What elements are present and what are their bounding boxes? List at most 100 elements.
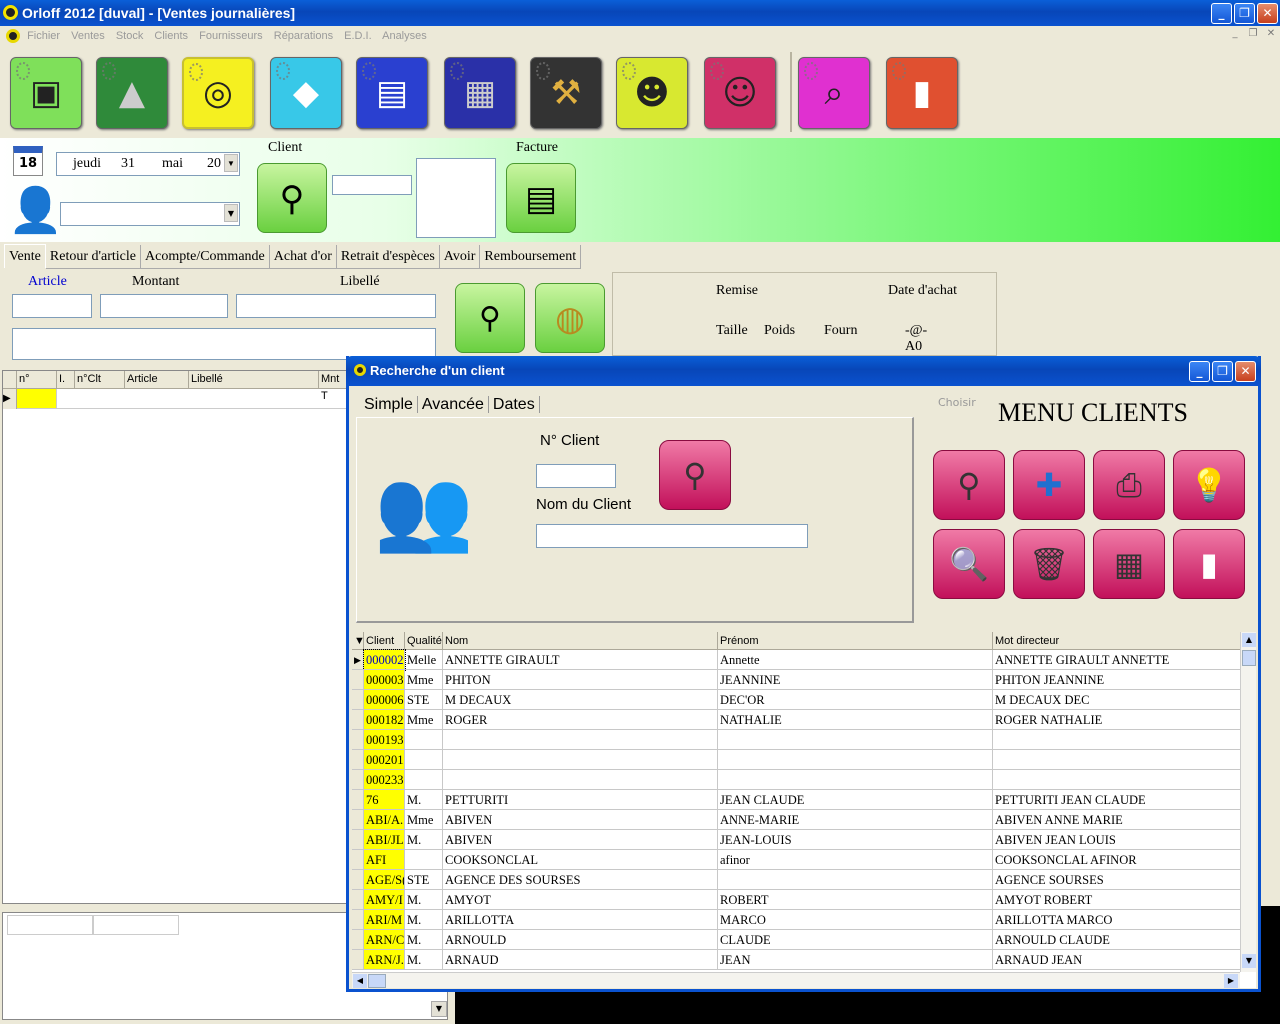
table-row[interactable]: 76 M. PETTURITI JEAN CLAUDE PETTURITI JEAN C… [352,790,1243,810]
chevron-down-icon[interactable]: ▼ [224,204,238,222]
cell-prenom[interactable]: DEC'OR [718,690,993,710]
chevron-down-icon[interactable]: ▼ [224,154,238,172]
col-header-client[interactable]: Client [364,632,405,650]
cell-client[interactable]: 000233 [364,770,405,790]
cell-client[interactable]: 000193 [364,730,405,750]
tab-avancee[interactable]: Avancée [417,396,489,413]
analysis-icon[interactable]: ⌕ [798,57,870,129]
table-row[interactable]: 000006 STE M DECAUX DEC'OR M DECAUX DEC [352,690,1243,710]
tab-remboursement[interactable]: Remboursement [480,245,582,269]
cell-client[interactable]: 000182 [364,710,405,730]
cell-prenom[interactable] [718,730,993,750]
article-search-button[interactable]: ⚲ [455,283,525,353]
cell-mot-directeur[interactable]: COOKSONCLAL AFINOR [993,850,1243,870]
cell-nom[interactable]: ANNETTE GIRAULT [443,650,718,670]
col-header-n[interactable]: n° [17,371,57,389]
cell-qualite[interactable] [405,770,443,790]
sale-lines-grid[interactable]: n° I. n°Clt Article Libellé Mnt T ▶ [2,370,349,904]
table-row[interactable]: 000182 Mme ROGER NATHALIE ROGER NATHALIE [352,710,1243,730]
add-cross-icon[interactable]: ✚ [1013,450,1085,520]
table-row[interactable]: ARN/C M. ARNOULD CLAUDE ARNOULD CLAUDE [352,930,1243,950]
cell-prenom[interactable]: NATHALIE [718,710,993,730]
client-search-button[interactable]: ⚲ [257,163,327,233]
tab-avoir[interactable]: Avoir [439,245,481,269]
col-header-nclt[interactable]: n°Clt [75,371,125,389]
cell-client[interactable]: ABI/A. [364,810,405,830]
cell-mot-directeur[interactable]: ABIVEN ANNE MARIE [993,810,1243,830]
cell-client[interactable]: 000201 [364,750,405,770]
cell-qualite[interactable]: Melle [405,650,443,670]
tab-achat-or[interactable]: Achat d'or [269,245,337,269]
col-header-libelle[interactable]: Libellé [189,371,319,389]
cell-mot-directeur[interactable]: PHITON JEANNINE [993,670,1243,690]
cell-mot-directeur[interactable]: M DECAUX DEC [993,690,1243,710]
tab-simple[interactable]: Simple [360,396,418,413]
cell-mot-directeur[interactable] [993,730,1243,750]
cell-prenom[interactable] [718,770,993,790]
menu-edi[interactable]: E.D.I. [344,30,372,42]
mdi-close-button[interactable]: ✕ [1264,28,1278,42]
table-row[interactable]: ARI/M M. ARILLOTTA MARCO ARILLOTTA MARCO [352,910,1243,930]
date-picker[interactable]: jeudi 31 mai 20 ▼ [56,152,240,176]
tent-icon[interactable]: ▲ [96,57,168,129]
chevron-down-icon[interactable]: ▼ [431,1001,447,1017]
cell-client[interactable]: 76 [364,790,405,810]
cell-qualite[interactable]: Mme [405,670,443,690]
cell-mot-directeur[interactable]: AMYOT ROBERT [993,890,1243,910]
cell-mot-directeur[interactable]: ABIVEN JEAN LOUIS [993,830,1243,850]
group-icon[interactable]: ☺ [704,57,776,129]
cell-mot-directeur[interactable]: ARNOULD CLAUDE [993,930,1243,950]
tab-vente[interactable]: Vente [4,244,46,268]
grid-row[interactable] [57,389,347,409]
dialog-close-button[interactable]: ✕ [1235,361,1256,382]
salesperson-select[interactable]: ▼ [60,202,240,226]
row-selector[interactable] [352,930,364,950]
row-pointer-icon[interactable]: ▶ [352,650,364,670]
magnifier-icon[interactable]: 🔍 [933,529,1005,599]
row-selector[interactable] [352,770,364,790]
row-selector[interactable] [352,850,364,870]
cell-nom[interactable]: AGENCE DES SOURSES [443,870,718,890]
table-row[interactable]: 000233 [352,770,1243,790]
exit-door-icon[interactable]: ▮ [1173,529,1245,599]
cell-nom[interactable]: ARNOULD [443,930,718,950]
choisir-button[interactable]: Choisir [938,396,976,409]
row-selector[interactable] [352,750,364,770]
cell-nom[interactable]: ROGER [443,710,718,730]
cell-nom[interactable] [443,770,718,790]
cell-nom[interactable]: ARNAUD [443,950,718,970]
cell-client[interactable]: AMY/I [364,890,405,910]
cell-nom[interactable]: ARILLOTTA [443,910,718,930]
scroll-down-icon[interactable]: ▼ [1242,954,1256,968]
menu-fournisseurs[interactable]: Fournisseurs [199,30,263,42]
menu-analyses[interactable]: Analyses [382,30,427,42]
table-row[interactable]: ▶ 000002 Melle ANNETTE GIRAULT Annette ANNETT… [352,649,1243,671]
minimize-button[interactable]: _ [1211,3,1232,24]
cell-prenom[interactable] [718,870,993,890]
scroll-left-icon[interactable]: ◀ [353,974,367,988]
tab-acompte-commande[interactable]: Acompte/Commande [141,245,270,269]
diamond-icon[interactable]: ◆ [270,57,342,129]
maximize-button[interactable]: ❐ [1234,3,1255,24]
cell-qualite[interactable]: Mme [405,810,443,830]
cell-qualite[interactable]: M. [405,830,443,850]
cell-client[interactable]: ARN/J. [364,950,405,970]
table-row[interactable]: ABI/A. Mme ABIVEN ANNE-MARIE ABIVEN ANNE MAR… [352,810,1243,830]
row-selector[interactable] [352,690,364,710]
cell-nom[interactable]: M DECAUX [443,690,718,710]
invoice-clipboard-icon[interactable]: ▤ [356,57,428,129]
cell-qualite[interactable]: M. [405,890,443,910]
client-number-input[interactable] [332,175,412,195]
close-button[interactable]: ✕ [1257,3,1278,24]
cell-nom[interactable]: AMYOT [443,890,718,910]
n-client-input[interactable] [536,464,616,488]
trash-icon[interactable]: 🗑 [1013,529,1085,599]
tab-retrait-especes[interactable]: Retrait d'espèces [336,245,440,269]
table-row[interactable]: AFI COOKSONCLAL afinor COOKSONCLAL AFINOR [352,850,1243,870]
cell-mot-directeur[interactable]: ROGER NATHALIE [993,710,1243,730]
cell-mot-directeur[interactable]: ARILLOTTA MARCO [993,910,1243,930]
lightbulb-icon[interactable]: 💡 [1173,450,1245,520]
col-header-article[interactable]: Article [125,371,189,389]
col-header-mnt[interactable]: Mnt T [319,371,349,402]
cell-qualite[interactable]: STE [405,690,443,710]
